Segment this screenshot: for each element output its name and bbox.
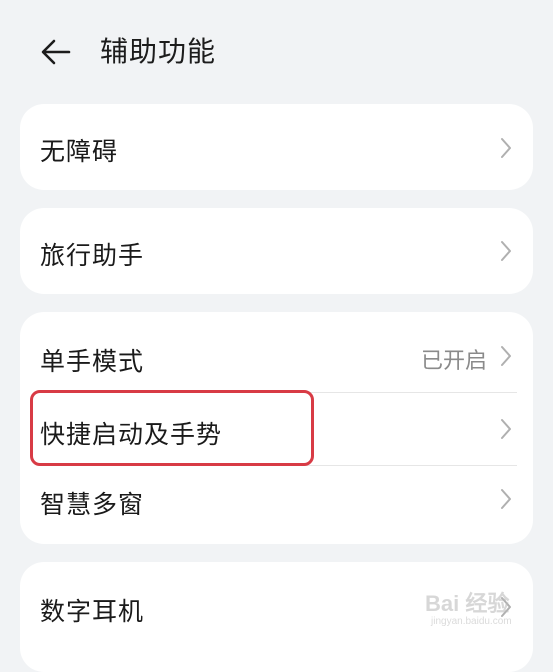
chevron-right-icon xyxy=(501,346,511,366)
card-digital-earphone: 数字耳机 xyxy=(20,562,533,672)
row-one-hand-mode[interactable]: 单手模式 已开启 xyxy=(20,312,533,392)
chevron-right-icon xyxy=(501,138,511,158)
app-header: 辅助功能 xyxy=(0,0,553,100)
chevron-right-icon xyxy=(501,489,511,509)
row-label: 数字耳机 xyxy=(40,597,145,626)
row-label: 快捷启动及手势 xyxy=(40,420,223,449)
page-title: 辅助功能 xyxy=(100,35,217,68)
row-accessibility[interactable]: 无障碍 xyxy=(20,104,533,190)
row-digital-earphone[interactable]: 数字耳机 xyxy=(20,562,533,648)
chevron-right-icon xyxy=(501,597,511,617)
card-accessibility: 无障碍 xyxy=(20,104,533,190)
row-label: 智慧多窗 xyxy=(40,490,145,519)
row-label: 旅行助手 xyxy=(40,241,145,270)
chevron-right-icon xyxy=(501,419,511,439)
row-smart-multi-window[interactable]: 智慧多窗 xyxy=(20,466,533,544)
row-label: 单手模式 xyxy=(40,347,145,376)
card-travel: 旅行助手 xyxy=(20,208,533,294)
status-value: 已开启 xyxy=(420,349,487,374)
arrow-left-icon xyxy=(41,39,71,65)
row-label: 无障碍 xyxy=(40,137,119,166)
card-gestures-group: 单手模式 已开启 快捷启动及手势 智慧多窗 xyxy=(20,312,533,544)
row-travel-assistant[interactable]: 旅行助手 xyxy=(20,208,533,294)
back-button[interactable] xyxy=(34,30,78,74)
chevron-right-icon xyxy=(501,241,511,261)
row-quick-launch-gestures[interactable]: 快捷启动及手势 xyxy=(20,393,533,465)
